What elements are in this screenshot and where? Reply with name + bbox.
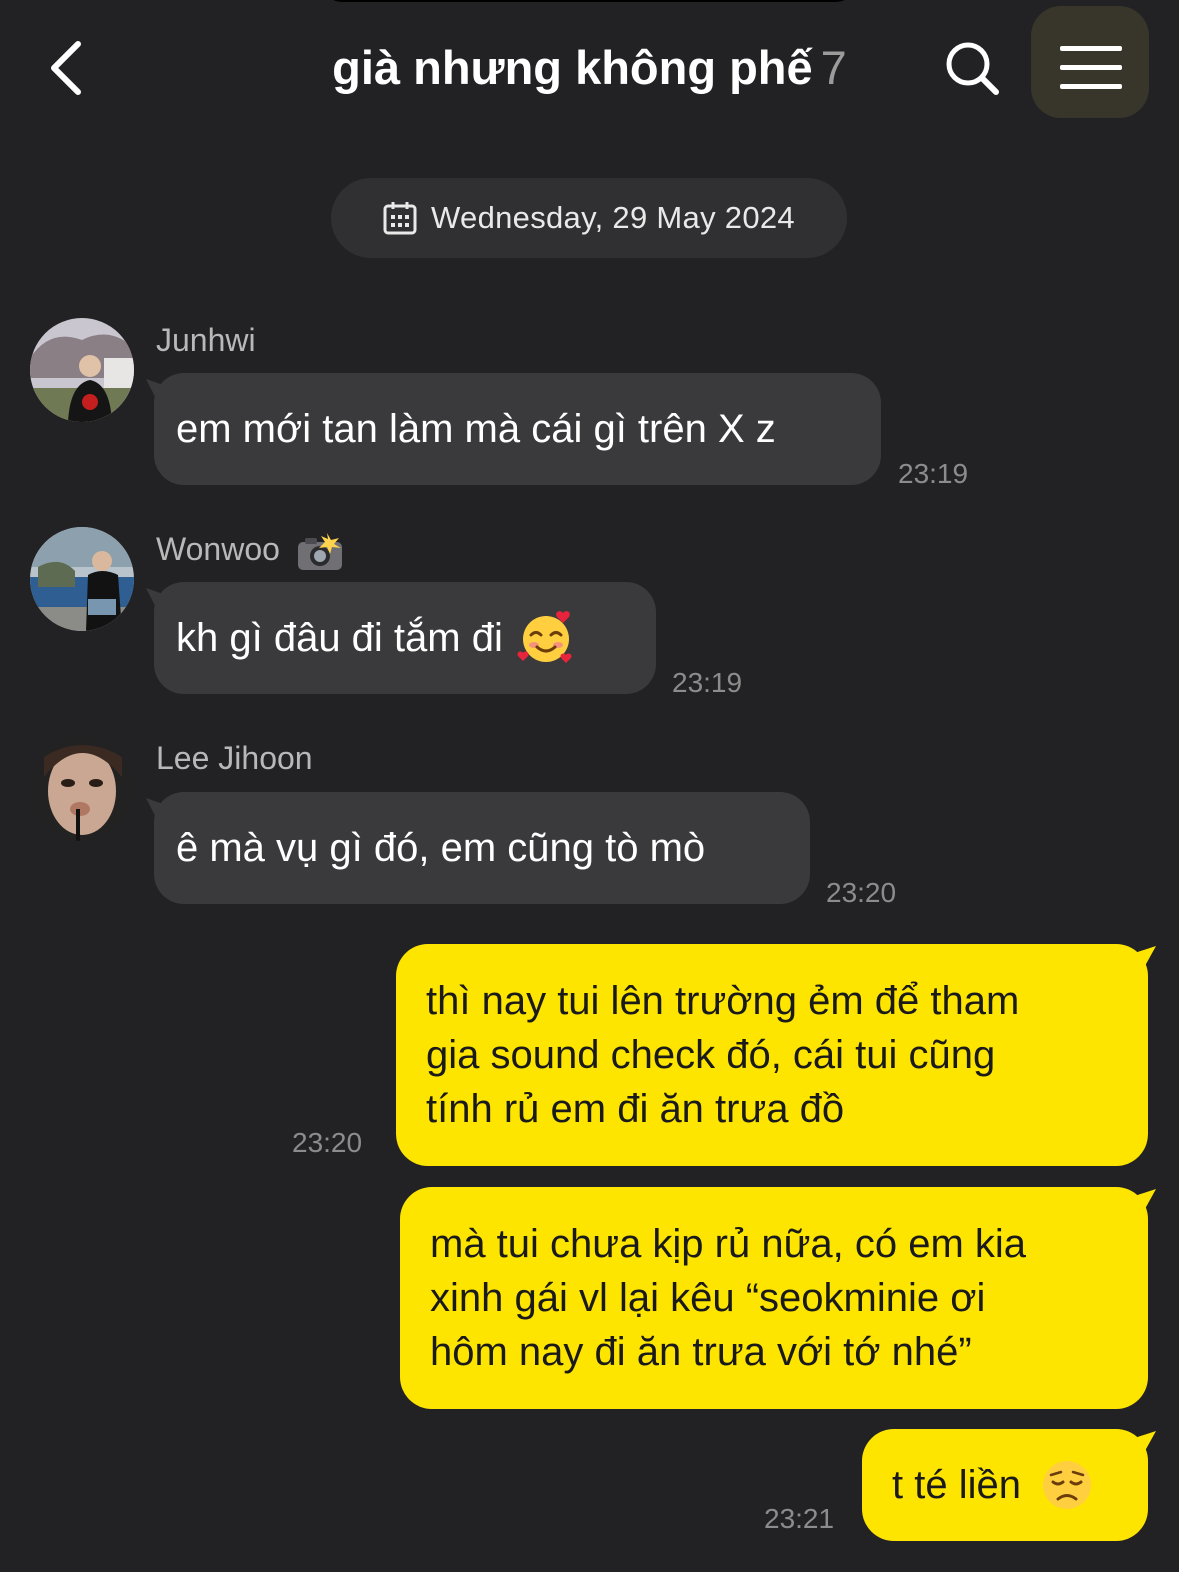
message-timestamp: 23:20 xyxy=(826,877,897,908)
search-icon xyxy=(946,42,999,95)
message-timestamp: 23:19 xyxy=(672,667,743,698)
hamburger-menu-icon xyxy=(1060,46,1122,89)
calendar-icon xyxy=(383,202,417,235)
avatar-lee-jihoon[interactable] xyxy=(30,737,134,841)
outgoing-message-bubble[interactable]: t té liền xyxy=(862,1429,1148,1541)
chat-title: già nhưng không phế 7 xyxy=(0,38,1179,98)
chat-name: già nhưng không phế xyxy=(332,41,813,94)
device-notch xyxy=(322,0,856,2)
message-timestamp: 23:20 xyxy=(292,1127,363,1158)
sender-name: Junhwi xyxy=(156,322,256,358)
message-line: thì nay tui lên trường ẻm để tham xyxy=(426,979,1020,1023)
message-line: tính rủ em đi ăn trưa đồ xyxy=(426,1087,845,1131)
avatar-photo xyxy=(30,737,134,841)
message-bubble[interactable]: em mới tan làm mà cái gì trên X z xyxy=(154,373,881,485)
avatar-photo xyxy=(30,318,134,422)
date-text: Wednesday, 29 May 2024 xyxy=(431,200,795,235)
message-line: gia sound check đó, cái tui cũng xyxy=(426,1033,996,1077)
outgoing-message-bubble[interactable]: mà tui chưa kịp rủ nữa, có em kia xinh g… xyxy=(400,1187,1148,1409)
member-count: 7 xyxy=(820,41,847,94)
message-text: ê mà vụ gì đó, em cũng tò mò xyxy=(176,825,706,870)
sender-name: Lee Jihoon xyxy=(156,740,313,776)
message-timestamp: 23:19 xyxy=(898,458,969,489)
menu-button[interactable] xyxy=(1031,6,1149,118)
message-timestamp: 23:21 xyxy=(764,1503,835,1534)
message-text: kh gì đâu đi tắm đi xyxy=(176,615,503,660)
camera-flash-icon xyxy=(297,532,342,570)
message-text: em mới tan làm mà cái gì trên X z xyxy=(176,406,776,451)
date-divider: Wednesday, 29 May 2024 xyxy=(331,178,847,258)
avatar-junhwi[interactable] xyxy=(30,318,134,422)
disappointed-face-icon xyxy=(1042,1461,1091,1509)
message-line: xinh gái vl lại kêu “seokminie ơi xyxy=(430,1276,986,1320)
message-bubble[interactable]: ê mà vụ gì đó, em cũng tò mò xyxy=(154,792,810,904)
message-text: t té liền xyxy=(892,1463,1021,1507)
sender-name: Wonwoo xyxy=(156,531,343,572)
search-button[interactable] xyxy=(942,38,1002,98)
message-bubble[interactable]: kh gì đâu đi tắm đi xyxy=(154,582,656,694)
avatar-wonwoo[interactable] xyxy=(30,527,134,631)
message-line: mà tui chưa kịp rủ nữa, có em kia xyxy=(430,1222,1027,1266)
outgoing-message-bubble[interactable]: thì nay tui lên trường ẻm để tham gia so… xyxy=(396,944,1148,1166)
message-line: hôm nay đi ăn trưa với tớ nhé” xyxy=(430,1330,972,1374)
smiling-face-with-hearts-icon xyxy=(517,611,572,663)
sender-name-text: Wonwoo xyxy=(156,531,280,567)
avatar-photo xyxy=(30,527,134,631)
